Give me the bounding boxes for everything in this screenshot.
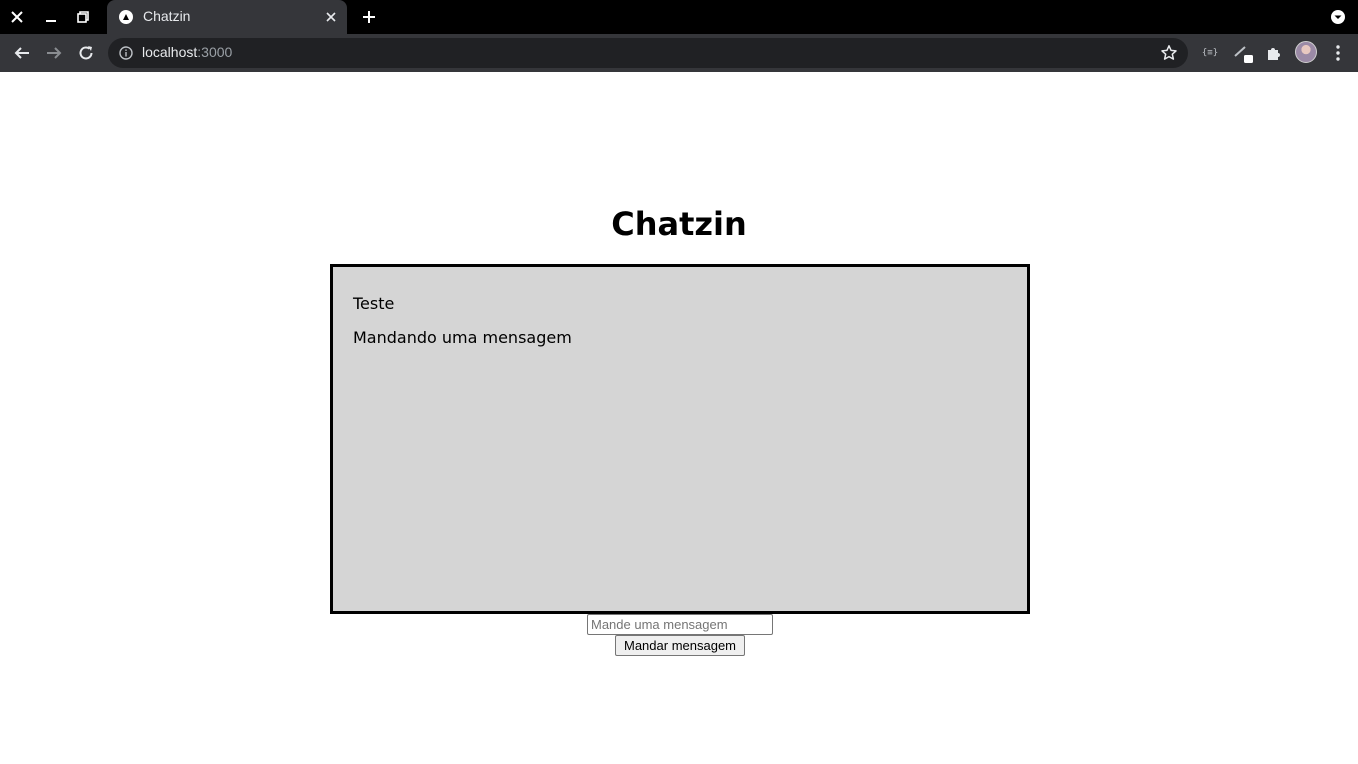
extensions-puzzle-icon[interactable] bbox=[1263, 42, 1285, 64]
chat-messages-box: Teste Mandando uma mensagem bbox=[330, 264, 1030, 614]
address-bar[interactable]: localhost:3000 bbox=[108, 38, 1188, 68]
json-viewer-extension-icon[interactable]: {≡} bbox=[1199, 42, 1221, 64]
chat-message: Mandando uma mensagem bbox=[353, 328, 572, 347]
forward-arrow-icon[interactable] bbox=[40, 39, 68, 67]
page-title: Chatzin bbox=[611, 205, 747, 243]
chat-message: Teste bbox=[353, 294, 395, 313]
profile-avatar[interactable] bbox=[1295, 41, 1317, 63]
browser-toolbar: localhost:3000 {≡} bbox=[0, 34, 1358, 72]
message-input[interactable] bbox=[587, 614, 773, 635]
browser-tab-chatzin[interactable]: Chatzin bbox=[107, 0, 347, 34]
url-port: :3000 bbox=[197, 44, 233, 60]
site-info-icon[interactable] bbox=[119, 46, 133, 60]
send-message-button[interactable]: Mandar mensagem bbox=[615, 635, 745, 656]
reload-icon[interactable] bbox=[72, 39, 100, 67]
url-text: localhost:3000 bbox=[142, 44, 232, 60]
back-arrow-icon[interactable] bbox=[8, 39, 36, 67]
bookmark-star-icon[interactable] bbox=[1160, 44, 1178, 62]
browser-menu-kebab-icon[interactable] bbox=[1328, 42, 1348, 64]
window-minimize-icon[interactable] bbox=[39, 5, 63, 29]
tab-title: Chatzin bbox=[143, 8, 191, 24]
tab-close-icon[interactable] bbox=[323, 9, 339, 25]
window-close-icon[interactable] bbox=[5, 5, 29, 29]
pen-extension-icon[interactable] bbox=[1232, 42, 1254, 64]
window-restore-icon[interactable] bbox=[71, 5, 95, 29]
nextjs-favicon-icon bbox=[119, 10, 133, 24]
new-tab-plus-icon[interactable] bbox=[357, 5, 381, 29]
browser-tab-strip: Chatzin bbox=[0, 0, 1358, 34]
url-host: localhost bbox=[142, 44, 198, 60]
tab-search-chevron-icon[interactable] bbox=[1328, 7, 1348, 27]
